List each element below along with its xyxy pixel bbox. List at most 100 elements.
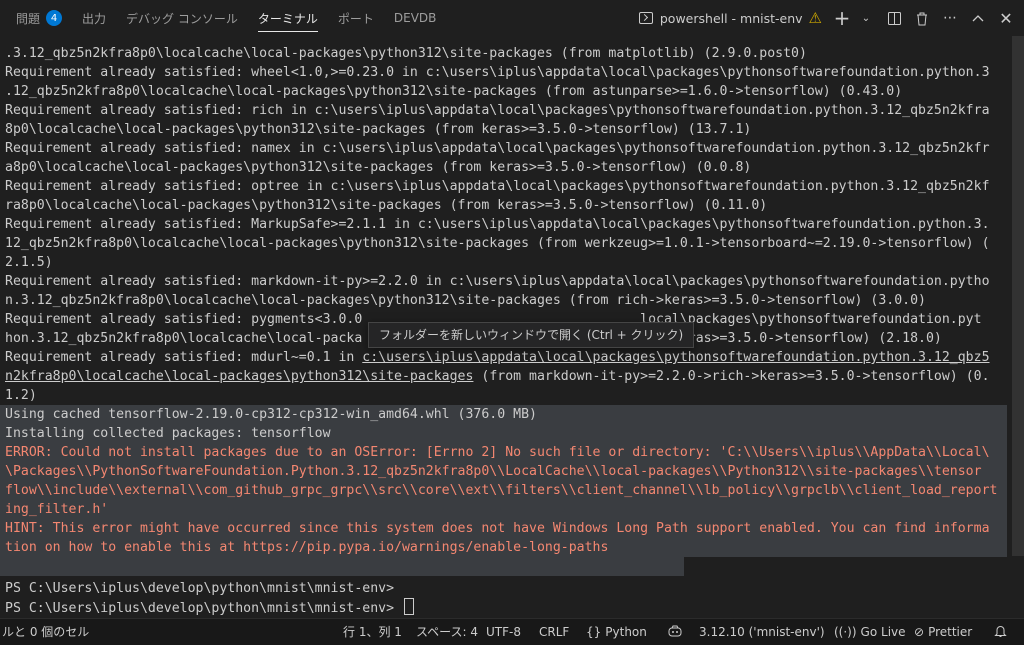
line-text: Requirement already satisfied: MarkupSaf… [5, 217, 990, 232]
panel-tabs: 問題 4 出力 デバッグ コンソール ターミナル ポート DEVDB [0, 0, 446, 36]
line-text: n.3.12_qbz5n2kfra8p0\localcache\local-pa… [5, 293, 926, 308]
terminal-controls: powershell - mnist-env ⚠ + ⌄ ⋯ ✕ [638, 0, 1018, 36]
line-text: PS C:\Users\iplus\develop\python\mnist\m… [5, 581, 395, 596]
line-text: (from markdown-it-py>=2.2.0->rich->keras… [473, 369, 990, 384]
tab-output[interactable]: 出力 [72, 0, 116, 36]
status-cursor-position[interactable]: 行 1、列 1 [343, 619, 402, 645]
line-text: .3.12_qbz5n2kfra8p0\localcache\local-pac… [5, 46, 807, 61]
terminal-line: Requirement already satisfied: markdown-… [5, 272, 990, 291]
terminal-line: flow\\include\\external\\com_github_grpc… [5, 481, 997, 500]
terminal-line: Requirement already satisfied: optree in… [5, 177, 990, 196]
terminal-line: Installing collected packages: tensorflo… [5, 424, 331, 443]
warning-icon[interactable]: ⚠ [809, 9, 822, 27]
terminal-line: 12_qbz5n2kfra8p0\localcache\local-packag… [5, 234, 990, 253]
line-text: ing_filter.h' [5, 502, 109, 517]
tab-devdb[interactable]: DEVDB [384, 0, 447, 36]
broadcast-icon: ((·)) [834, 625, 857, 639]
status-interpreter[interactable]: 3.12.10 ('mnist-env') [699, 619, 825, 645]
chevron-down-icon[interactable]: ⌄ [854, 6, 878, 30]
terminal-line: ra8p0\localcache\local-packages\python31… [5, 196, 767, 215]
tab-label: デバッグ コンソール [126, 11, 238, 26]
status-encoding[interactable]: UTF-8 [486, 619, 521, 645]
path-link[interactable]: c:\users\iplus\appdata\local\packages\py… [362, 350, 989, 365]
tab-problems[interactable]: 問題 4 [6, 0, 72, 36]
line-text: ERROR: Could not install packages due to… [5, 445, 990, 460]
line-text: Requirement already satisfied: rich in c… [5, 103, 990, 118]
maximize-panel-icon[interactable] [966, 6, 990, 30]
problems-count-badge: 4 [46, 10, 63, 26]
terminal-line: \Packages\\PythonSoftwareFoundation.Pyth… [5, 462, 982, 481]
braces-icon: {} [586, 625, 602, 639]
line-text: 1.2) [5, 388, 37, 403]
tab-label: ポート [337, 11, 374, 26]
line-text: \Packages\\PythonSoftwareFoundation.Pyth… [5, 464, 982, 479]
tab-terminal[interactable]: ターミナル [248, 0, 328, 36]
path-link[interactable]: n2kfra8p0\localcache\local-packages\pyth… [5, 369, 473, 384]
terminal-line: 8p0\localcache\local-packages\python312\… [5, 120, 751, 139]
terminal-line: Requirement already satisfied: rich in c… [5, 101, 990, 120]
terminal-selector[interactable]: powershell - mnist-env ⚠ [638, 9, 822, 27]
terminal-line: Using cached tensorflow-2.19.0-cp312-cp3… [5, 405, 537, 424]
prettier-label: Prettier [928, 625, 973, 639]
panel-header: 問題 4 出力 デバッグ コンソール ターミナル ポート DEVDB power… [0, 0, 1024, 36]
terminal-scrollbar[interactable] [1012, 36, 1024, 556]
line-text: HINT: This error might have occurred sin… [5, 521, 990, 536]
terminal-name: powershell - mnist-env [659, 10, 803, 26]
status-golive[interactable]: ((·)) Go Live [834, 619, 906, 645]
tab-label: 問題 [16, 11, 41, 26]
terminal-line: .12_qbz5n2kfra8p0\localcache\local-packa… [5, 82, 902, 101]
new-terminal-button[interactable]: + [830, 6, 854, 30]
status-indentation[interactable]: スペース: 4 [416, 619, 478, 645]
terminal-line: PS C:\Users\iplus\develop\python\mnist\m… [5, 598, 414, 618]
close-icon[interactable]: ✕ [994, 6, 1018, 30]
terminal-line: n.3.12_qbz5n2kfra8p0\localcache\local-pa… [5, 291, 926, 310]
tab-ports[interactable]: ポート [328, 0, 384, 36]
status-language[interactable]: {} Python [586, 619, 647, 645]
terminal-line: .3.12_qbz5n2kfra8p0\localcache\local-pac… [5, 44, 807, 63]
line-text: flow\\include\\external\\com_github_grpc… [5, 483, 998, 498]
terminal-line: ing_filter.h' [5, 500, 108, 519]
line-text: 2.1.5) [5, 255, 53, 270]
line-text: Using cached tensorflow-2.19.0-cp312-cp3… [5, 407, 537, 422]
terminal-line: tion on how to enable this at https://pi… [5, 538, 608, 557]
terminal-line: PS C:\Users\iplus\develop\python\mnist\m… [5, 579, 394, 598]
link-tooltip: フォルダーを新しいウィンドウで開く (Ctrl + クリック) [368, 322, 695, 348]
line-text: ra8p0\localcache\local-packages\python31… [5, 198, 768, 213]
tab-label: 出力 [82, 11, 107, 26]
tab-label: ターミナル [257, 11, 318, 26]
line-text: Requirement already satisfied: namex in … [5, 141, 990, 156]
terminal-line: Requirement already satisfied: mdurl~=0.… [5, 348, 990, 367]
line-text: Requirement already satisfied: wheel<1.0… [5, 65, 990, 80]
split-terminal-icon[interactable] [882, 6, 906, 30]
status-eol[interactable]: CRLF [539, 619, 569, 645]
status-prettier[interactable]: ⊘ Prettier [914, 619, 972, 645]
prohibited-icon: ⊘ [914, 625, 925, 639]
status-bar: ルと 0 個のセル 行 1、列 1 スペース: 4 UTF-8 CRLF {} P… [0, 618, 1024, 645]
terminal-line: n2kfra8p0\localcache\local-packages\pyth… [5, 367, 990, 386]
terminal-line: ERROR: Could not install packages due to… [5, 443, 990, 462]
copilot-icon[interactable] [668, 619, 682, 645]
tab-debug-console[interactable]: デバッグ コンソール [116, 0, 248, 36]
terminal-line: Requirement already satisfied: wheel<1.0… [5, 63, 990, 82]
terminal-line: Requirement already satisfied: MarkupSaf… [5, 215, 990, 234]
tab-label: DEVDB [393, 11, 437, 25]
notifications-bell-icon[interactable] [994, 619, 1007, 645]
terminal-icon [638, 12, 653, 24]
line-text: Requirement already satisfied: markdown-… [5, 274, 990, 289]
line-text: Requirement already satisfied: mdurl~=0.… [5, 350, 363, 365]
terminal-line: HINT: This error might have occurred sin… [5, 519, 990, 538]
line-text: Installing collected packages: tensorflo… [5, 426, 331, 441]
line-text: tion on how to enable this at https://pi… [5, 540, 609, 555]
line-text: a8p0\localcache\local-packages\python312… [5, 160, 752, 175]
terminal-line: Requirement already satisfied: namex in … [5, 139, 990, 158]
line-text: 12_qbz5n2kfra8p0\localcache\local-packag… [5, 236, 990, 251]
line-text: PS C:\Users\iplus\develop\python\mnist\m… [5, 601, 402, 616]
language-label: Python [605, 625, 647, 639]
trash-icon[interactable] [910, 6, 934, 30]
more-actions-icon[interactable]: ⋯ [938, 6, 962, 30]
status-selection[interactable]: ルと 0 個のセル [2, 619, 89, 645]
terminal-cursor [403, 598, 414, 615]
golive-label: Go Live [860, 625, 906, 639]
selection-highlight [0, 557, 684, 576]
terminal-line: a8p0\localcache\local-packages\python312… [5, 158, 751, 177]
